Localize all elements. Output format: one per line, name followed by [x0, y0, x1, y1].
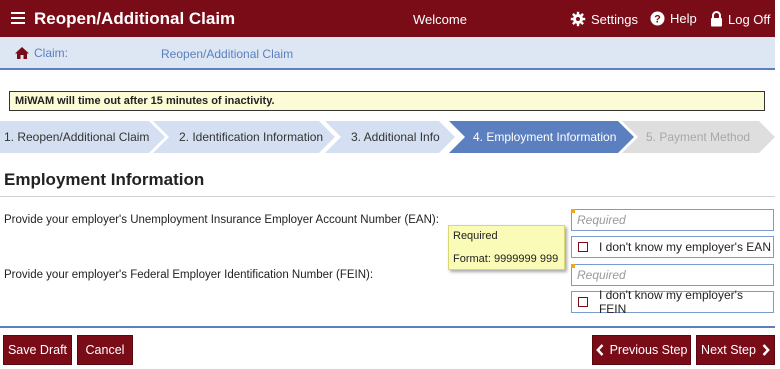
timeout-notice: MiWAM will time out after 15 minutes of … — [9, 91, 765, 111]
step-2[interactable]: 2. Identification Information — [153, 121, 335, 153]
breadcrumb-home[interactable]: Claim: — [14, 46, 68, 60]
breadcrumb-current: Reopen/Additional Claim — [161, 47, 294, 61]
logoff-label: Log Off — [728, 11, 771, 27]
previous-step-label: Previous Step — [609, 343, 688, 357]
next-step-button[interactable]: Next Step — [696, 335, 775, 365]
ean-unknown-label: I don't know my employer's EAN — [599, 240, 771, 254]
chevron-right-icon — [762, 344, 770, 356]
checkbox-box[interactable] — [578, 242, 588, 252]
fein-label: Provide your employer's Federal Employer… — [4, 269, 374, 281]
padlock-icon — [711, 11, 722, 27]
next-step-label: Next Step — [701, 343, 756, 357]
welcome-text: Welcome — [413, 12, 467, 27]
ean-input[interactable] — [571, 209, 774, 231]
fein-input[interactable] — [571, 264, 774, 286]
checkbox-box[interactable] — [578, 297, 588, 307]
tooltip-format: Format: 9999999 999 — [453, 253, 559, 265]
previous-step-button[interactable]: Previous Step — [592, 335, 691, 365]
home-icon — [15, 47, 29, 59]
step-progress: 1. Reopen/Additional Claim 2. Identifica… — [0, 121, 775, 153]
divider — [0, 196, 775, 197]
fein-unknown-label: I don't know my employer's FEIN — [598, 288, 743, 316]
help-link[interactable]: ? Help — [650, 11, 697, 26]
step-5: 5. Payment Method — [622, 121, 775, 153]
ean-unknown-checkbox[interactable]: I don't know my employer's EAN — [571, 236, 774, 258]
tooltip-required: Required — [453, 230, 498, 242]
required-marker — [571, 209, 575, 213]
step-3[interactable]: 3. Additional Info — [325, 121, 455, 153]
svg-text:?: ? — [654, 14, 661, 26]
chevron-left-icon — [595, 344, 603, 356]
breadcrumb: Claim: Reopen/Additional Claim — [0, 37, 775, 70]
breadcrumb-root: Claim: — [34, 46, 69, 60]
settings-label: Settings — [591, 11, 638, 27]
ean-label: Provide your employer's Unemployment Ins… — [4, 214, 439, 226]
app-title: Reopen/Additional Claim — [34, 9, 236, 28]
step-4[interactable]: 4. Employment Information — [449, 121, 634, 153]
header-bar: Reopen/Additional Claim Welcome Settings… — [0, 0, 775, 37]
fein-unknown-checkbox[interactable]: I don't know my employer's FEIN — [571, 288, 774, 316]
section-title: Employment Information — [4, 170, 205, 189]
save-draft-button[interactable]: Save Draft — [3, 335, 72, 365]
cancel-button[interactable]: Cancel — [77, 335, 133, 365]
required-marker — [571, 264, 575, 268]
question-circle-icon: ? — [650, 11, 665, 26]
validation-tooltip: Required Format: 9999999 999 — [448, 225, 565, 270]
footer-divider — [0, 326, 775, 328]
settings-link[interactable]: Settings — [570, 11, 638, 27]
logoff-link[interactable]: Log Off — [710, 11, 770, 27]
help-label: Help — [670, 11, 697, 26]
step-1[interactable]: 1. Reopen/Additional Claim — [0, 121, 165, 153]
hamburger-icon[interactable] — [11, 12, 25, 24]
gear-icon — [570, 11, 586, 27]
